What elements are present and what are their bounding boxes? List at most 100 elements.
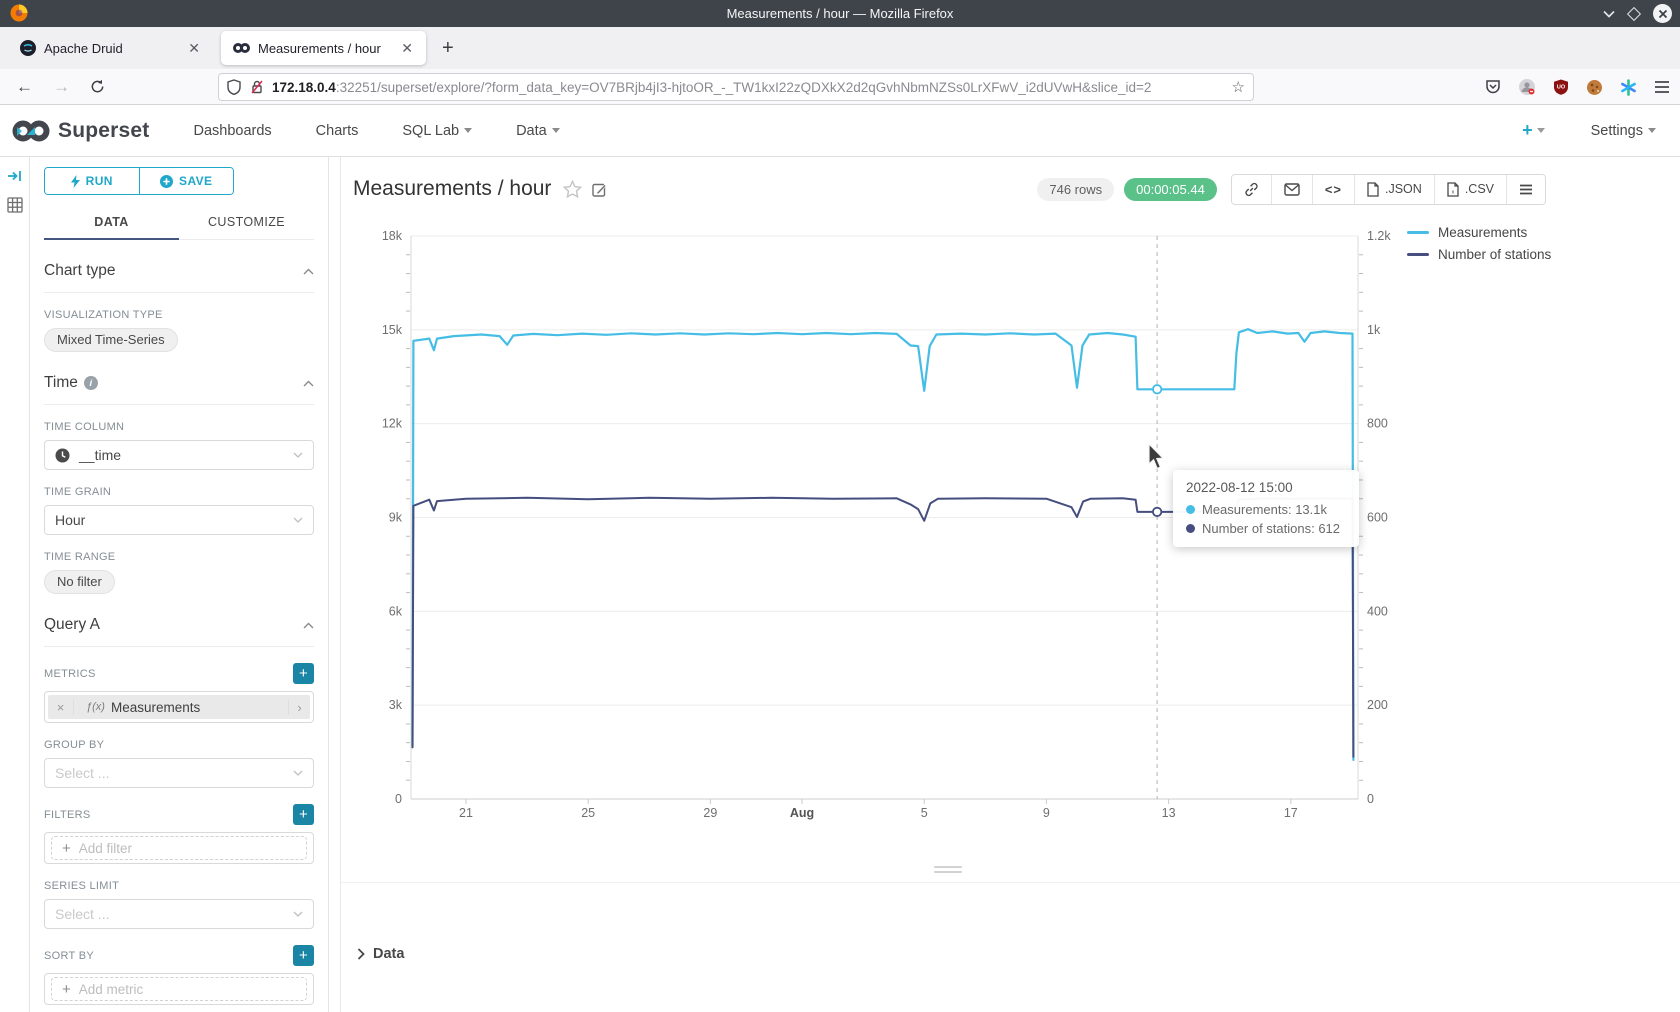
account-extension-icon[interactable] — [1518, 78, 1536, 96]
dataset-grid-icon[interactable] — [7, 197, 23, 213]
close-icon[interactable] — [1653, 4, 1672, 23]
add-filter-ghost-button[interactable]: +Add filter — [51, 836, 307, 860]
add-sort-metric-ghost-button[interactable]: +Add metric — [51, 977, 307, 1001]
time-range-value[interactable]: No filter — [44, 570, 115, 594]
legend-item-measurements[interactable]: Measurements — [1407, 221, 1551, 243]
add-metric-button[interactable]: + — [293, 663, 314, 684]
mouse-cursor — [1148, 444, 1165, 470]
pocket-icon[interactable] — [1485, 79, 1501, 95]
superset-favicon — [233, 42, 250, 54]
asterisk-extension-icon[interactable] — [1620, 79, 1637, 96]
chart-plot-area[interactable]: 03k6k9k12k15k18k02004006008001k1.2k21252… — [341, 217, 1680, 867]
section-query-a[interactable]: Query A — [44, 616, 314, 647]
add-filter-button[interactable]: + — [293, 804, 314, 825]
chevron-up-icon — [303, 380, 314, 387]
svg-text:12k: 12k — [382, 417, 403, 431]
section-chart-type[interactable]: Chart type — [44, 262, 314, 293]
tooltip-value: Measurements: 13.1k — [1202, 502, 1327, 517]
save-button[interactable]: SAVE — [140, 168, 234, 194]
nav-item-charts[interactable]: Charts — [316, 123, 359, 139]
shield-icon[interactable] — [227, 79, 241, 95]
svg-text:15k: 15k — [382, 323, 403, 337]
panel-resize-handle[interactable] — [934, 866, 962, 876]
data-results-section[interactable]: Data — [341, 882, 1680, 1012]
export-csv-button[interactable]: x.CSV — [1435, 175, 1507, 204]
chevron-up-icon — [303, 622, 314, 629]
email-button[interactable] — [1272, 175, 1313, 204]
series-swatch — [1407, 253, 1429, 256]
new-tab-button[interactable]: + — [436, 37, 460, 60]
settings-menu[interactable]: Settings — [1591, 123, 1656, 139]
nav-item-dashboards[interactable]: Dashboards — [193, 123, 271, 139]
browser-tab-druid[interactable]: Apache Druid ✕ — [8, 31, 213, 65]
plus-icon: + — [62, 840, 71, 857]
chart-menu-button[interactable] — [1507, 175, 1545, 204]
chevron-down-icon — [1537, 128, 1545, 133]
svg-text:3k: 3k — [389, 698, 403, 712]
tab-data[interactable]: DATA — [44, 207, 179, 239]
legend-label: Number of stations — [1438, 247, 1551, 262]
forward-button[interactable]: → — [53, 77, 70, 97]
copy-link-button[interactable] — [1232, 175, 1272, 204]
series-limit-select[interactable]: Select ... — [44, 899, 314, 929]
firefox-icon — [10, 4, 28, 22]
superset-logo[interactable]: Superset — [12, 119, 149, 143]
menu-hamburger-icon[interactable] — [1654, 80, 1670, 94]
svg-text:0: 0 — [1367, 792, 1374, 806]
nav-item-sqllab[interactable]: SQL Lab — [402, 123, 472, 139]
cookie-extension-icon[interactable] — [1586, 79, 1603, 96]
metrics-control: × ƒ(x) Measurements › — [44, 691, 314, 723]
tab-customize[interactable]: CUSTOMIZE — [179, 207, 314, 239]
browser-tab-measurements[interactable]: Measurements / hour ✕ — [221, 31, 426, 65]
chart-panel: Measurements / hour 746 rows 00:00:05.44… — [340, 157, 1680, 1012]
browser-toolbar: ← → 172.18.0.4:32251/superset/explore/?f… — [0, 69, 1680, 105]
legend-label: Measurements — [1438, 225, 1527, 240]
svg-text:600: 600 — [1367, 511, 1388, 525]
ublock-icon[interactable]: UO — [1553, 79, 1569, 95]
function-icon: ƒ(x) — [86, 701, 105, 713]
chevron-right-icon — [357, 948, 365, 960]
new-chart-button[interactable]: + — [1522, 120, 1545, 141]
series-dot — [1186, 524, 1195, 533]
minimize-icon[interactable] — [1603, 10, 1615, 18]
export-json-button[interactable]: .JSON — [1355, 175, 1435, 204]
lock-insecure-icon[interactable] — [250, 79, 264, 95]
data-section-title: Data — [373, 946, 404, 962]
svg-text:17: 17 — [1284, 806, 1298, 820]
chevron-down-icon — [1648, 128, 1656, 133]
maximize-icon[interactable] — [1627, 6, 1641, 20]
svg-text:1.2k: 1.2k — [1367, 229, 1391, 243]
run-button[interactable]: RUN — [45, 168, 140, 194]
metric-chip-measurements[interactable]: × ƒ(x) Measurements › — [48, 695, 310, 719]
tab-close-icon[interactable]: ✕ — [185, 40, 203, 57]
edit-title-icon[interactable] — [592, 182, 607, 197]
time-column-label: TIME COLUMN — [44, 421, 314, 433]
back-button[interactable]: ← — [16, 77, 33, 97]
embed-code-button[interactable]: <> — [1313, 175, 1355, 204]
time-grain-select[interactable]: Hour — [44, 505, 314, 535]
url-bar[interactable]: 172.18.0.4:32251/superset/explore/?form_… — [218, 73, 1254, 101]
expand-metric-icon[interactable]: › — [288, 700, 310, 715]
nav-item-data[interactable]: Data — [516, 123, 560, 139]
tab-close-icon[interactable]: ✕ — [398, 40, 416, 57]
favorite-star-icon[interactable] — [563, 180, 582, 198]
svg-text:21: 21 — [459, 806, 473, 820]
bookmark-star-icon[interactable]: ☆ — [1232, 78, 1245, 96]
sort-by-label: SORT BY+ — [44, 945, 314, 966]
legend-item-stations[interactable]: Number of stations — [1407, 243, 1551, 265]
remove-metric-icon[interactable]: × — [48, 700, 74, 715]
add-sort-metric-button[interactable]: + — [293, 945, 314, 966]
expand-panel-icon[interactable] — [7, 169, 22, 183]
time-column-select[interactable]: __time — [44, 440, 314, 470]
svg-text:5: 5 — [921, 806, 928, 820]
code-icon: <> — [1325, 182, 1342, 197]
reload-button[interactable] — [90, 79, 105, 94]
chart-actions-group: <> .JSON x.CSV — [1231, 174, 1546, 205]
filters-label: FILTERS+ — [44, 804, 314, 825]
file-icon — [1367, 182, 1379, 197]
section-time[interactable]: Time i — [44, 374, 314, 405]
group-by-select[interactable]: Select ... — [44, 758, 314, 788]
viz-type-value[interactable]: Mixed Time-Series — [44, 328, 178, 352]
url-text[interactable]: 172.18.0.4:32251/superset/explore/?form_… — [272, 80, 1232, 95]
plus-icon: + — [62, 981, 71, 998]
